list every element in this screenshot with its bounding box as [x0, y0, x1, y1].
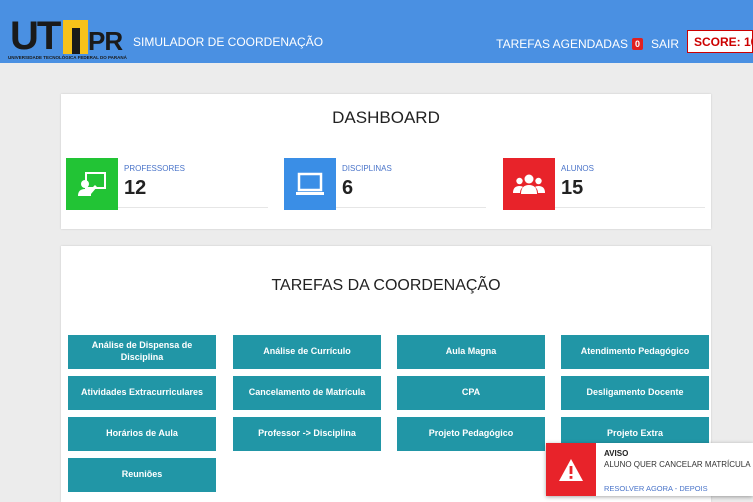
warning-icon — [546, 443, 596, 496]
task-button-analise-curriculo[interactable]: Análise de Currículo — [233, 335, 381, 369]
stat-value: 6 — [342, 177, 354, 199]
resolve-now-link[interactable]: RESOLVER AGORA — [604, 484, 673, 493]
toast-actions: RESOLVER AGORA - DEPOIS — [604, 484, 708, 493]
users-icon — [503, 158, 555, 210]
task-button-desligamento-docente[interactable]: Desligamento Docente — [561, 376, 709, 410]
toast-title: AVISO — [604, 449, 629, 458]
later-link[interactable]: DEPOIS — [679, 484, 707, 493]
stat-value: 15 — [561, 177, 584, 199]
stat-disciplinas: DISCIPLINAS 6 — [284, 158, 486, 210]
scheduled-tasks-badge: 0 — [631, 38, 643, 50]
task-button-reunioes[interactable]: Reuniões — [68, 458, 216, 492]
logout-link[interactable]: SAIR — [651, 37, 679, 51]
stat-value: 12 — [124, 177, 147, 199]
dashboard-panel: DASHBOARD PROFESSORES 12 DISCIPLINAS 6 A… — [61, 94, 711, 229]
task-button-projeto-pedagogico[interactable]: Projeto Pedagógico — [397, 417, 545, 451]
utfpr-logo[interactable]: UT PR UNIVERSIDADE TECNOLÓGICA FEDERAL D… — [8, 14, 130, 62]
stat-alunos: ALUNOS 15 — [503, 158, 705, 210]
logo-text-pr: PR — [88, 26, 123, 56]
task-button-atendimento-pedagogico[interactable]: Atendimento Pedagógico — [561, 335, 709, 369]
logo-text: UT — [10, 14, 61, 58]
stat-label: ALUNOS — [561, 164, 594, 173]
monitor-icon — [284, 158, 336, 210]
app-title[interactable]: SIMULADOR DE COORDENAÇÃO — [133, 35, 323, 49]
task-button-aula-magna[interactable]: Aula Magna — [397, 335, 545, 369]
task-button-atividades-extracurriculares[interactable]: Atividades Extracurriculares — [68, 376, 216, 410]
task-button-horarios-aula[interactable]: Horários de Aula — [68, 417, 216, 451]
nav-right: TAREFAS AGENDADAS 0 SAIR SCORE: 100 — [496, 30, 753, 53]
dashboard-title: DASHBOARD — [332, 108, 440, 127]
score-display: SCORE: 100 — [687, 30, 753, 53]
scheduled-tasks-link[interactable]: TAREFAS AGENDADAS — [496, 37, 628, 51]
stat-label: PROFESSORES — [124, 164, 185, 173]
task-button-analise-dispensa[interactable]: Análise de Dispensa de Disciplina — [68, 335, 216, 369]
toast-message: ALUNO QUER CANCELAR MATRÍCULA — [604, 460, 751, 469]
stat-professores: PROFESSORES 12 — [66, 158, 268, 210]
task-button-professor-disciplina[interactable]: Professor -> Disciplina — [233, 417, 381, 451]
tasks-title: TAREFAS DA COORDENAÇÃO — [271, 277, 501, 294]
task-button-cancelamento-matricula[interactable]: Cancelamento de Matrícula — [233, 376, 381, 410]
stat-label: DISCIPLINAS — [342, 164, 392, 173]
notification-toast: AVISO ALUNO QUER CANCELAR MATRÍCULA RESO… — [546, 443, 753, 496]
logo-black-bar — [72, 28, 80, 54]
top-navbar: UT PR UNIVERSIDADE TECNOLÓGICA FEDERAL D… — [0, 0, 753, 63]
logo-subtitle: UNIVERSIDADE TECNOLÓGICA FEDERAL DO PARA… — [8, 55, 127, 60]
teacher-icon — [66, 158, 118, 210]
task-button-cpa[interactable]: CPA — [397, 376, 545, 410]
